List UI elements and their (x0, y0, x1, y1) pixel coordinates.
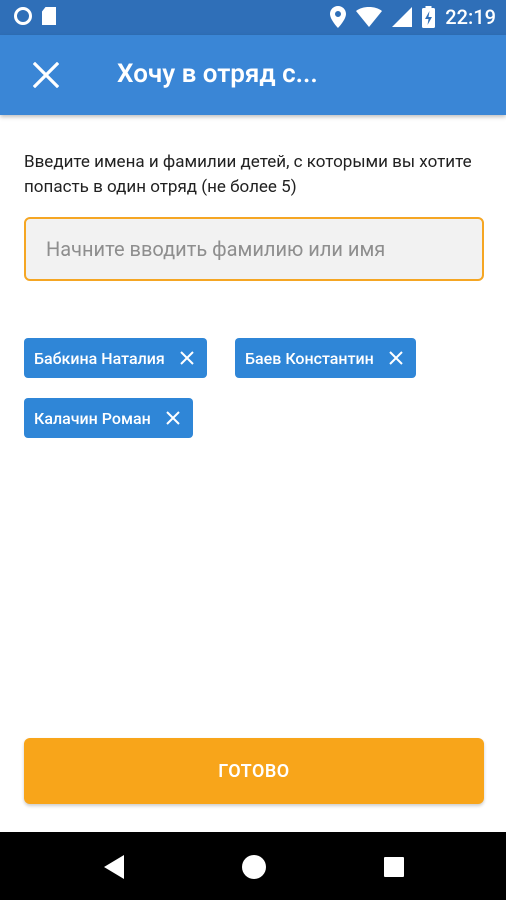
circle-icon (14, 7, 32, 25)
close-icon (33, 62, 59, 88)
recents-button[interactable] (379, 852, 409, 882)
instruction-text: Введите имена и фамилии детей, с которым… (24, 152, 472, 197)
close-button[interactable] (24, 53, 68, 97)
navigation-bar (0, 832, 506, 900)
home-icon (242, 855, 266, 879)
close-icon (166, 411, 180, 425)
back-icon (104, 855, 124, 879)
app-bar: Хочу в отряд с... (0, 35, 506, 115)
chip-label: Бабкина Наталия (34, 348, 165, 368)
close-icon (180, 351, 194, 365)
selected-child-chip: Калачин Роман (24, 398, 193, 438)
done-button[interactable]: ГОТОВО (24, 738, 484, 804)
chip-label: Калачин Роман (34, 408, 151, 428)
back-button[interactable] (99, 852, 129, 882)
status-bar: 22:19 (0, 0, 506, 35)
recents-icon (384, 857, 404, 877)
search-input[interactable] (24, 217, 484, 281)
selected-child-chip: Баев Константин (235, 338, 416, 378)
sd-card-icon (42, 7, 56, 25)
home-button[interactable] (239, 852, 269, 882)
signal-icon (392, 7, 413, 27)
remove-chip-button[interactable] (388, 350, 404, 366)
wifi-icon (356, 7, 383, 27)
remove-chip-button[interactable] (165, 410, 181, 426)
close-icon (389, 351, 403, 365)
status-time: 22:19 (445, 5, 496, 29)
page-title: Хочу в отряд с... (117, 59, 318, 89)
selected-child-chip: Бабкина Наталия (24, 338, 207, 378)
remove-chip-button[interactable] (179, 350, 195, 366)
battery-charging-icon (422, 6, 436, 28)
location-icon (330, 6, 347, 28)
chip-label: Баев Константин (245, 348, 374, 368)
